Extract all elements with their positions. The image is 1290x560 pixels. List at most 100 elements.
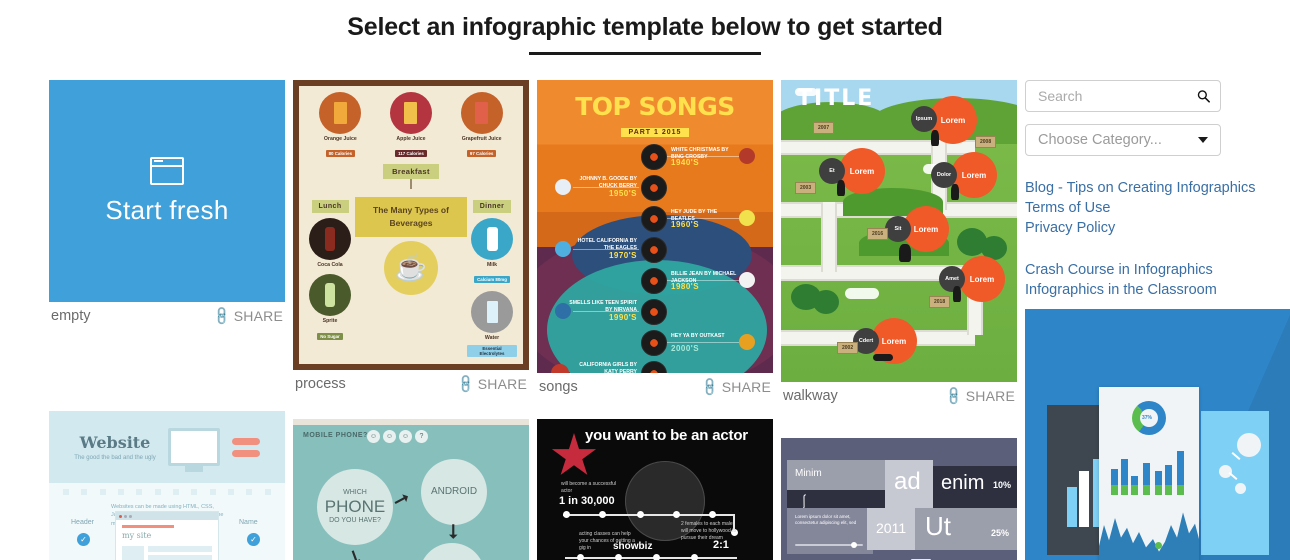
- arrow-icon: ➞: [441, 523, 464, 540]
- link-chain-icon: 🔗: [943, 384, 966, 407]
- song-icon: [739, 334, 755, 350]
- sidebar-link-classroom[interactable]: Infographics in the Classroom: [1025, 280, 1290, 300]
- check-icon: ✓: [77, 533, 90, 546]
- card-meta-empty: empty 🔗 SHARE: [49, 302, 285, 331]
- website-divider-dots: [49, 483, 285, 501]
- template-card-phone[interactable]: MOBILE PHONE? ☺ ☺ ☺ ? WHICH PHONE DO YOU…: [293, 411, 529, 560]
- page-title: Select an infographic template below to …: [347, 13, 943, 41]
- actor-stat1-value: 1 in 30,000: [559, 495, 615, 507]
- template-card-actor[interactable]: you want to be an actor will become a su…: [537, 411, 773, 560]
- song-title: HEY YA BY OUTKAST: [671, 333, 725, 339]
- template-card-website[interactable]: Website The good the bad and the ugly We…: [49, 411, 285, 560]
- stage-wakeup-wrap: Wake Up: [305, 364, 517, 365]
- actor-stat3-value: showbiz: [613, 541, 653, 552]
- milestone-tag: Sit: [885, 216, 911, 242]
- card-meta-process: process 🔗 SHARE: [293, 370, 529, 399]
- stage-lunch: Lunch: [311, 200, 349, 214]
- template-name-songs: songs: [539, 379, 578, 395]
- beverage-item: Orange Juice 80 Calories: [311, 92, 369, 160]
- share-button-empty[interactable]: 🔗 SHARE: [211, 305, 283, 327]
- song-entry: JOHNNY B. GOODE BY CHUCK BERRY 1950'S: [537, 174, 773, 205]
- song-entry: BILLIE JEAN BY MICHAEL JACKSON 1980'S: [537, 267, 773, 298]
- actor-title: you want to be an actor: [585, 427, 748, 444]
- year-sign: 2007: [813, 122, 835, 134]
- template-thumbnail-walkway[interactable]: TITLE Lorem Ipsum Lorem Et Lorem Dolor L…: [781, 80, 1017, 382]
- window-icon: [150, 156, 184, 185]
- song-icon: [739, 210, 755, 226]
- type-word-ad: ad: [894, 468, 921, 495]
- year-sign: 2016: [867, 228, 889, 240]
- template-thumbnail-songs[interactable]: TOP SONGS PART 1 2015 WHITE CHRISTMAS BY…: [537, 80, 773, 373]
- song-icon: [739, 148, 755, 164]
- beverage-center: The Many Types of Beverages ☕: [355, 195, 467, 295]
- promo-card-main: 37%: [1099, 387, 1199, 560]
- phone-node-which: WHICH PHONE DO YOU HAVE?: [317, 469, 393, 545]
- song-entry: CALIFORNIA GIRLS BY KATY PERRY 2010'S: [537, 360, 773, 373]
- song-entry: HEY JUDE BY THE BEATLES 1960'S: [537, 205, 773, 236]
- beverage-label: Apple Juice: [396, 136, 426, 142]
- template-thumbnail-website[interactable]: Website The good the bad and the ugly We…: [49, 411, 285, 560]
- template-thumbnail-process[interactable]: Orange Juice 80 Calories Apple Juice 117…: [293, 80, 529, 370]
- beverage-label: Orange Juice: [323, 136, 357, 142]
- template-thumbnail-empty[interactable]: Start fresh: [49, 80, 285, 302]
- beverage-item: Grapefruit Juice 97 Calories: [453, 92, 511, 160]
- vinyl-record-icon: [641, 175, 667, 201]
- template-card-walkway[interactable]: TITLE Lorem Ipsum Lorem Et Lorem Dolor L…: [781, 80, 1017, 411]
- song-icon: [555, 241, 571, 257]
- promo-card-light: [1201, 411, 1269, 555]
- template-thumbnail-phone[interactable]: MOBILE PHONE? ☺ ☺ ☺ ? WHICH PHONE DO YOU…: [293, 419, 529, 560]
- node-line: PHONE: [324, 497, 386, 517]
- person-silhouette: [931, 130, 939, 146]
- template-card-typography[interactable]: Minim ⎰ ad enim 10% Lorem ipsum dolor si…: [781, 411, 1017, 560]
- template-card-empty[interactable]: Start fresh empty 🔗 SHARE: [49, 80, 285, 411]
- browser-titlebar: [116, 512, 218, 520]
- start-fresh-label: Start fresh: [105, 194, 229, 225]
- sidebar-link-crash-course[interactable]: Crash Course in Infographics: [1025, 260, 1290, 280]
- face-icon: ☺: [383, 430, 396, 443]
- search-box[interactable]: [1025, 80, 1221, 112]
- share-button-process[interactable]: 🔗 SHARE: [455, 373, 527, 395]
- template-grid: Start fresh empty 🔗 SHARE Orange Juice 8…: [49, 80, 1017, 560]
- beverage-icon: [389, 92, 432, 134]
- sidebar-link-blog[interactable]: Blog - Tips on Creating Infographics: [1025, 178, 1290, 198]
- sidebar-link-privacy[interactable]: Privacy Policy: [1025, 218, 1290, 238]
- main-content: Start fresh empty 🔗 SHARE Orange Juice 8…: [0, 55, 1290, 560]
- website-subtitle: The good the bad and the ugly: [74, 455, 156, 461]
- vinyl-record-icon: [641, 361, 667, 373]
- node-line: DO YOU HAVE?: [329, 516, 381, 524]
- song-entry: SMELLS LIKE TEEN SPIRIT BY NIRVANA 1990'…: [537, 298, 773, 329]
- share-button-songs[interactable]: 🔗 SHARE: [699, 376, 771, 398]
- sidebar-link-terms[interactable]: Terms of Use: [1025, 198, 1290, 218]
- face-icon: ?: [415, 430, 428, 443]
- song-decade: 1950'S: [608, 189, 637, 198]
- share-label-walkway: SHARE: [965, 388, 1015, 404]
- node-line: ANDROID: [430, 486, 478, 498]
- category-select[interactable]: Choose Category...: [1025, 124, 1221, 156]
- website-hero-text: Website The good the bad and the ugly: [74, 433, 155, 461]
- person-silhouette: [873, 354, 893, 361]
- phone-heading: MOBILE PHONE?: [303, 432, 368, 439]
- type-block: ad: [885, 460, 933, 508]
- template-thumbnail-actor[interactable]: you want to be an actor will become a su…: [537, 419, 773, 560]
- beverage-note: Calcium 80mg: [474, 276, 510, 284]
- check-icon: ✓: [247, 533, 260, 546]
- template-thumbnail-typography[interactable]: Minim ⎰ ad enim 10% Lorem ipsum dolor si…: [781, 438, 1017, 560]
- beverage-icon: [319, 92, 362, 134]
- promo-banner[interactable]: 37%: [1025, 315, 1290, 560]
- cloud-icon: [845, 288, 879, 299]
- search-input[interactable]: [1026, 81, 1220, 111]
- share-button-walkway[interactable]: 🔗 SHARE: [943, 385, 1015, 407]
- vinyl-record-icon: [641, 268, 667, 294]
- person-silhouette: [953, 286, 961, 302]
- songs-title: TOP SONGS: [575, 92, 735, 121]
- stage-breakfast: Breakfast: [383, 164, 439, 180]
- person-silhouette: [837, 180, 845, 196]
- songs-timeline: WHITE CHRISTMAS BY BING CROSBY 1940'S JO…: [537, 143, 773, 373]
- year-sign: 2008: [975, 136, 997, 148]
- browser-mockup: my site: [115, 511, 219, 560]
- year-sign: 2002: [837, 342, 859, 354]
- template-card-songs[interactable]: TOP SONGS PART 1 2015 WHITE CHRISTMAS BY…: [537, 80, 773, 411]
- sidebar-links-secondary: Crash Course in Infographics Infographic…: [1025, 260, 1290, 300]
- template-card-process[interactable]: Orange Juice 80 Calories Apple Juice 117…: [293, 80, 529, 411]
- card-meta-walkway: walkway 🔗 SHARE: [781, 382, 1017, 411]
